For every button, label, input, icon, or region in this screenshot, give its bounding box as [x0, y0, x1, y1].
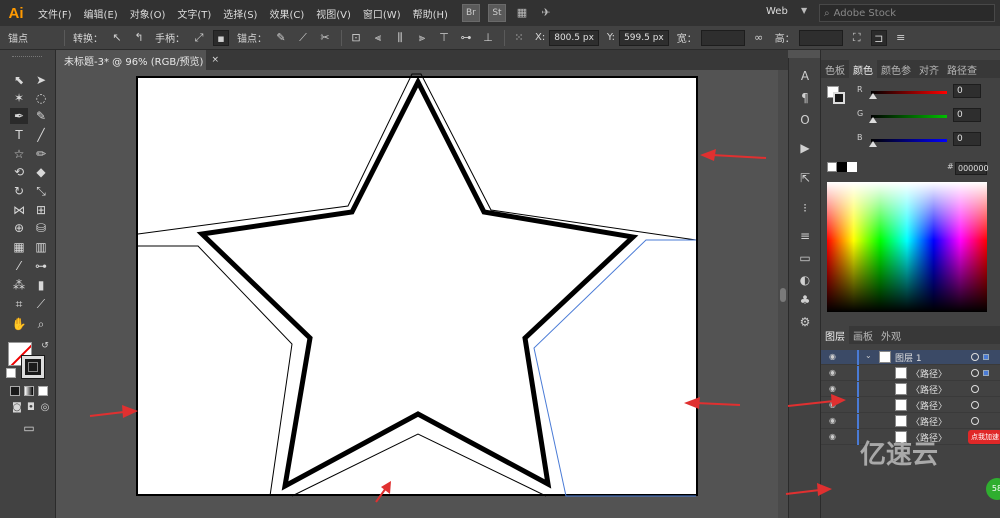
annotation-arrow-outside [787, 400, 835, 407]
annotation-arrow-bottom-right [785, 489, 821, 495]
annotation-arrow-head [700, 149, 716, 161]
annotation-arrow-bottom [375, 487, 387, 503]
annotation-arrow-head [684, 397, 700, 409]
annotation-arrow-head [122, 405, 138, 418]
annotation-arrow-head [831, 394, 846, 407]
annotation-arrow-left [89, 411, 125, 417]
annotation-arrow-head [817, 483, 832, 496]
annotation-arrow-mid-right [695, 402, 741, 406]
annotation-arrow-top-right [711, 154, 767, 159]
annotation-overlay [89, 149, 846, 503]
